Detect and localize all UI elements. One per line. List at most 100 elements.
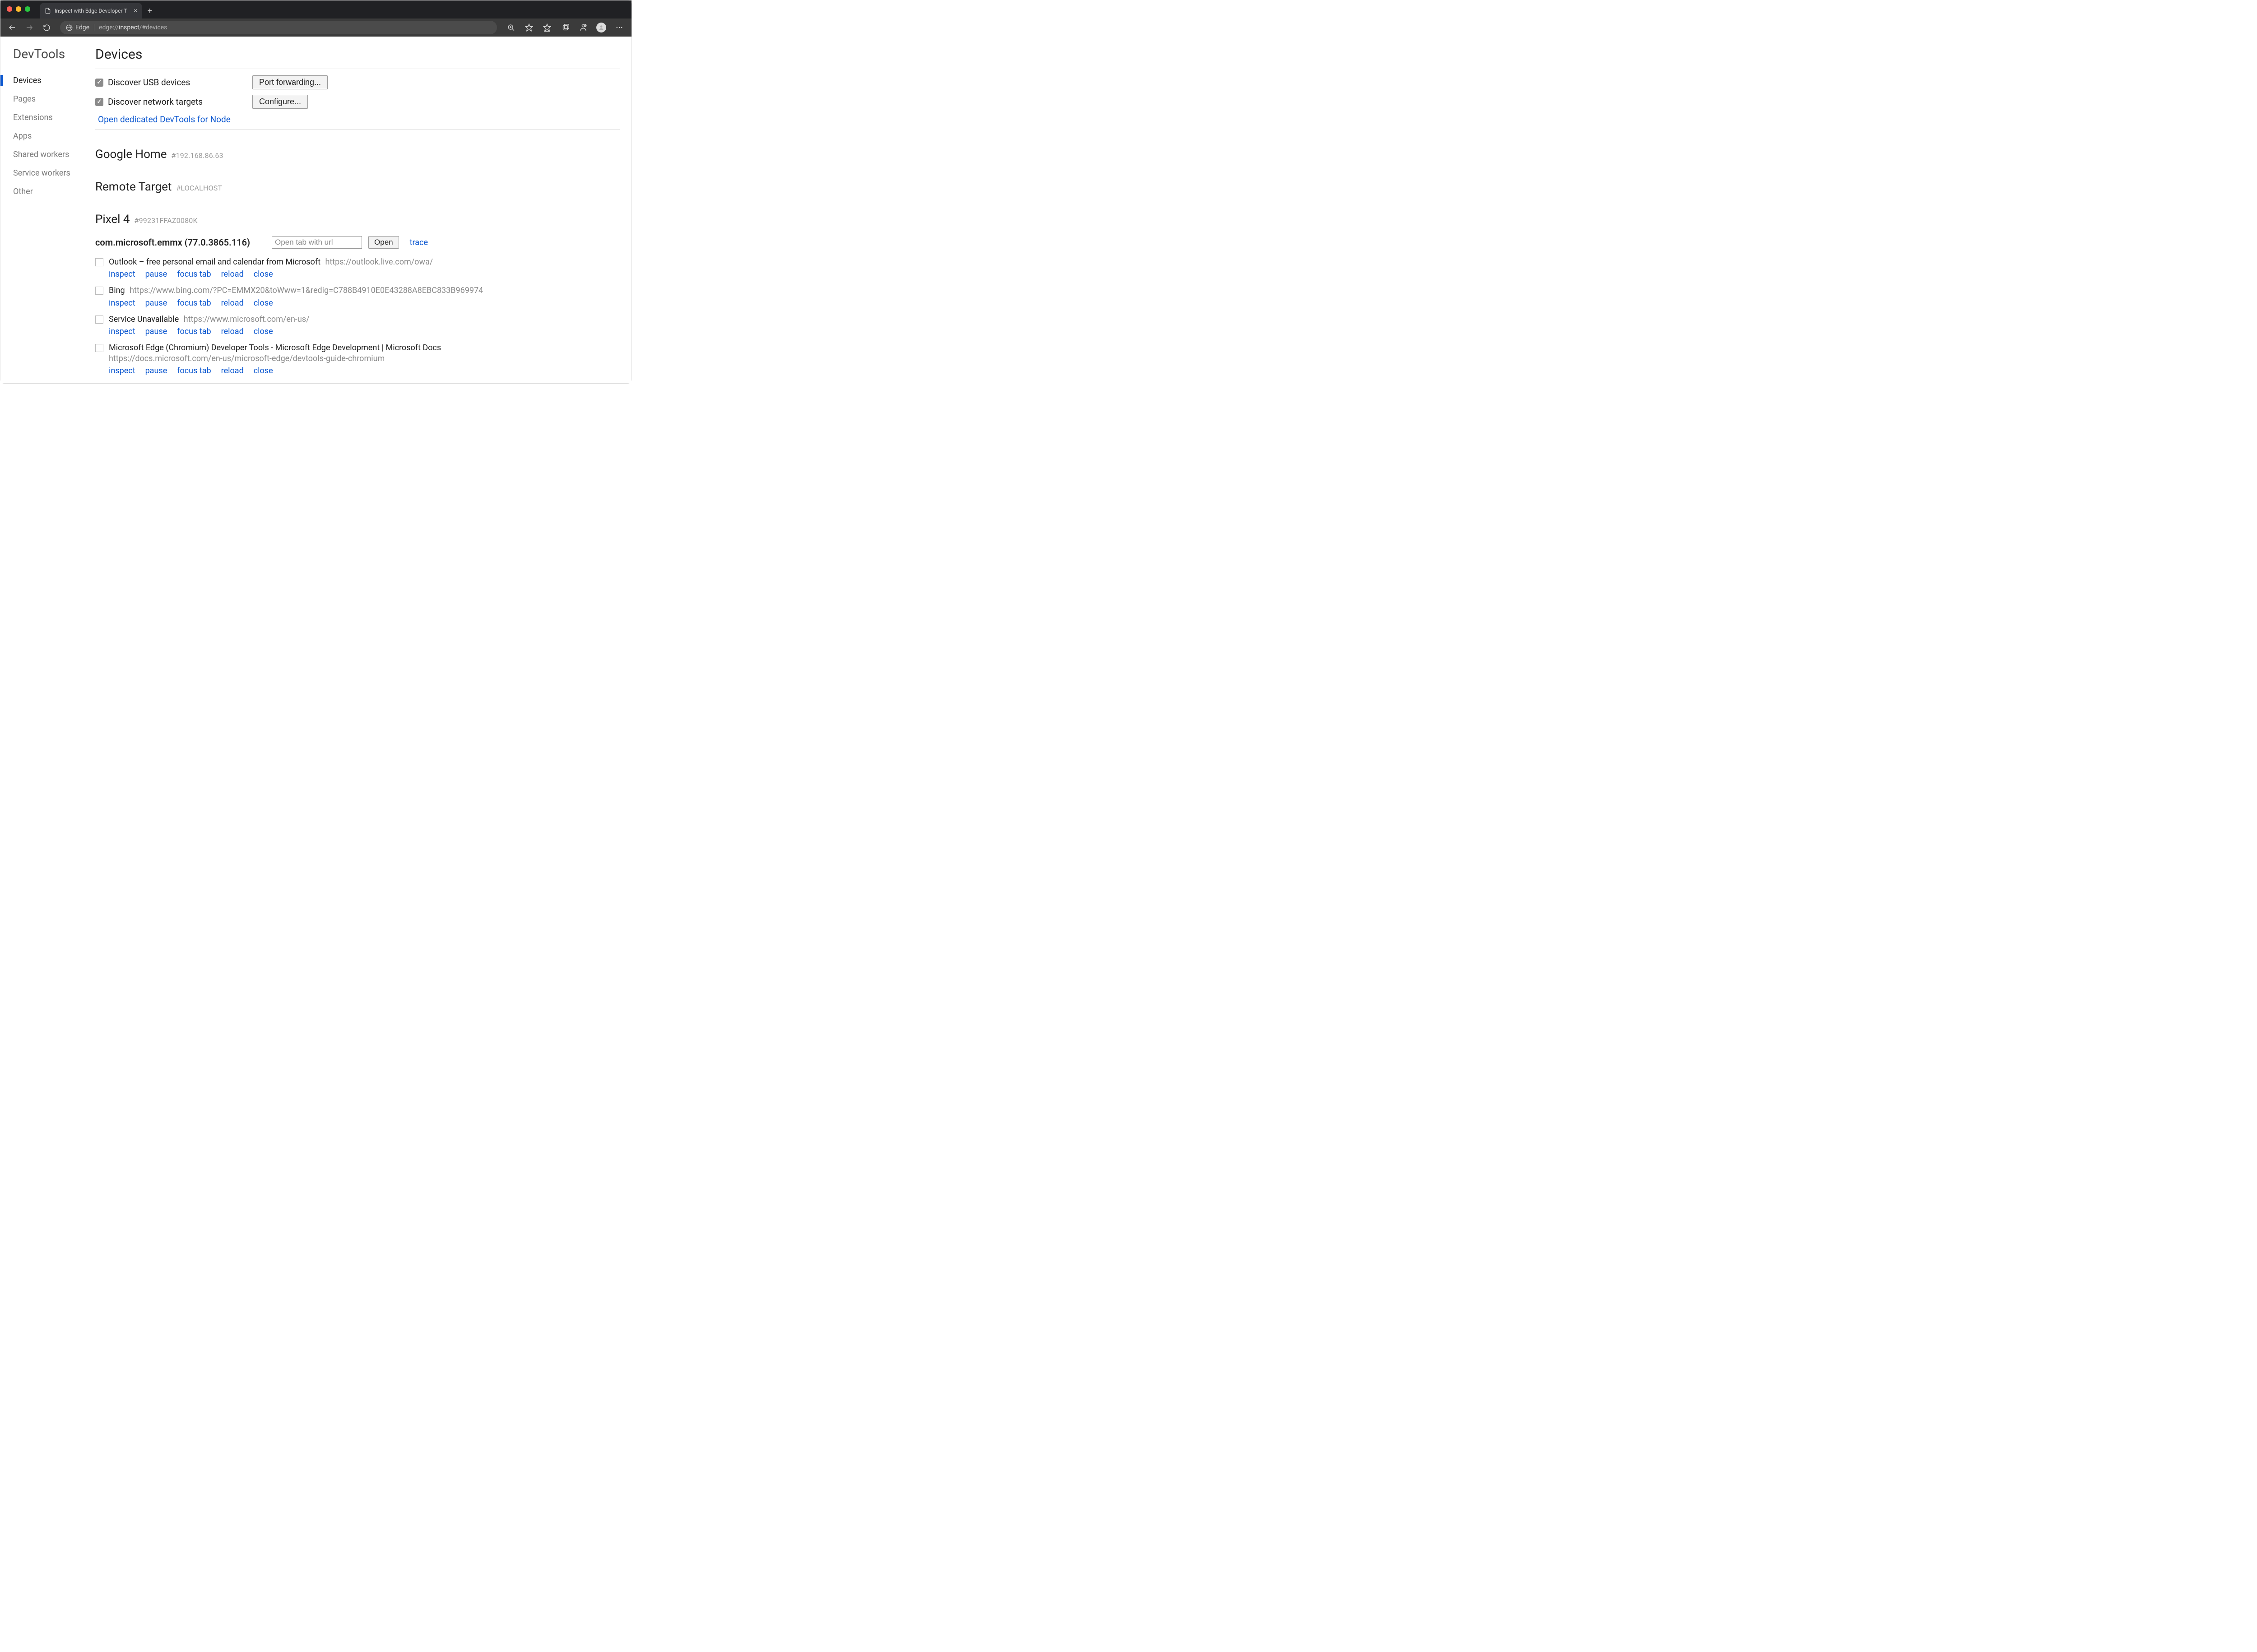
focus-tab-link[interactable]: focus tab (177, 298, 211, 308)
target-actions: inspect pause focus tab reload close (109, 269, 433, 279)
pause-link[interactable]: pause (145, 269, 167, 279)
target-row: Bing https://www.bing.com/?PC=EMMX20&toW… (95, 283, 620, 307)
toolbar-right-icons (503, 20, 627, 35)
page-title: Devices (95, 46, 620, 62)
reload-link[interactable]: reload (221, 366, 244, 376)
focus-tab-link[interactable]: focus tab (177, 269, 211, 279)
target-checkbox[interactable] (95, 258, 103, 266)
discover-usb-label: Discover USB devices (108, 77, 252, 88)
new-tab-button[interactable]: + (144, 3, 156, 19)
main-content: Devices Discover USB devices Port forwar… (91, 37, 632, 383)
sidebar-item-pages[interactable]: Pages (0, 90, 91, 108)
open-button[interactable]: Open (368, 236, 399, 249)
minimize-window-icon[interactable] (16, 6, 21, 12)
sidebar-item-shared-workers[interactable]: Shared workers (0, 145, 91, 164)
divider (95, 129, 620, 130)
reload-link[interactable]: reload (221, 327, 244, 336)
browser-tab[interactable]: Inspect with Edge Developer T × (40, 3, 142, 19)
close-link[interactable]: close (254, 366, 273, 376)
section-google-home: Google Home (95, 148, 167, 161)
target-url: https://www.microsoft.com/en-us/ (184, 315, 310, 324)
refresh-button[interactable] (39, 20, 54, 35)
reload-link[interactable]: reload (221, 269, 244, 279)
more-icon[interactable] (612, 20, 627, 35)
target-row: Outlook – free personal email and calend… (95, 254, 620, 279)
discover-usb-checkbox[interactable] (95, 79, 103, 87)
close-link[interactable]: close (254, 327, 273, 336)
inspect-link[interactable]: inspect (109, 366, 135, 376)
section-remote-target: Remote Target (95, 180, 172, 194)
port-forwarding-button[interactable]: Port forwarding... (252, 75, 328, 89)
favorites-bar-icon[interactable] (539, 20, 555, 35)
browser-toolbar: Edge edge://inspect/#devices (0, 19, 632, 37)
page-icon (45, 8, 51, 14)
discover-network-row: Discover network targets Configure... (95, 95, 620, 109)
pause-link[interactable]: pause (145, 366, 167, 376)
target-title: Bing (109, 286, 125, 295)
sidebar: DevTools Devices Pages Extensions Apps S… (0, 37, 91, 383)
target-url: https://outlook.live.com/owa/ (325, 257, 433, 267)
window-controls (0, 0, 37, 18)
target-checkbox[interactable] (95, 344, 103, 352)
zoom-icon[interactable] (503, 20, 519, 35)
titlebar: Inspect with Edge Developer T × + (0, 0, 632, 19)
page-body: DevTools Devices Pages Extensions Apps S… (0, 37, 632, 383)
close-link[interactable]: close (254, 269, 273, 279)
sidebar-item-devices[interactable]: Devices (0, 71, 91, 90)
configure-button[interactable]: Configure... (252, 95, 308, 109)
target-actions: inspect pause focus tab reload close (109, 327, 310, 336)
pause-link[interactable]: pause (145, 327, 167, 336)
section-remote-target-hash: #LOCALHOST (176, 184, 222, 192)
target-checkbox[interactable] (95, 316, 103, 324)
inspect-link[interactable]: inspect (109, 298, 135, 308)
inspect-link[interactable]: inspect (109, 327, 135, 336)
tab-title: Inspect with Edge Developer T (55, 8, 130, 14)
pause-link[interactable]: pause (145, 298, 167, 308)
close-link[interactable]: close (254, 298, 273, 308)
devtools-brand: DevTools (13, 46, 91, 61)
target-actions: inspect pause focus tab reload close (109, 298, 483, 308)
favorite-icon[interactable] (521, 20, 537, 35)
target-checkbox[interactable] (95, 287, 103, 295)
url-text: edge://inspect/#devices (99, 24, 167, 31)
forward-button[interactable] (22, 20, 37, 35)
app-name: com.microsoft.emmx (77.0.3865.116) (95, 237, 250, 248)
section-pixel4: Pixel 4 (95, 213, 130, 226)
trace-link[interactable]: trace (410, 238, 428, 247)
target-list: Outlook – free personal email and calend… (95, 254, 620, 376)
target-url: https://docs.microsoft.com/en-us/microso… (109, 354, 385, 363)
address-bar[interactable]: Edge edge://inspect/#devices (60, 21, 497, 34)
close-tab-icon[interactable]: × (134, 7, 137, 14)
target-actions: inspect pause focus tab reload close (109, 366, 441, 376)
discover-network-checkbox[interactable] (95, 98, 103, 106)
target-title: Service Unavailable (109, 315, 179, 324)
reload-link[interactable]: reload (221, 298, 244, 308)
discover-network-label: Discover network targets (108, 97, 252, 107)
back-button[interactable] (5, 20, 19, 35)
edge-label: Edge (75, 24, 89, 31)
target-title: Microsoft Edge (Chromium) Developer Tool… (109, 343, 441, 353)
target-row: Microsoft Edge (Chromium) Developer Tool… (95, 340, 620, 376)
inspect-link[interactable]: inspect (109, 269, 135, 279)
sidebar-item-apps[interactable]: Apps (0, 127, 91, 145)
section-google-home-hash: #192.168.86.63 (171, 151, 223, 160)
app-line: com.microsoft.emmx (77.0.3865.116) Open … (95, 236, 620, 249)
sidebar-item-extensions[interactable]: Extensions (0, 108, 91, 127)
person-icon[interactable] (576, 20, 591, 35)
edge-icon (65, 24, 73, 31)
discover-usb-row: Discover USB devices Port forwarding... (95, 75, 620, 89)
sidebar-item-other[interactable]: Other (0, 182, 91, 201)
target-url: https://www.bing.com/?PC=EMMX20&toWww=1&… (130, 286, 483, 295)
maximize-window-icon[interactable] (25, 6, 30, 12)
focus-tab-link[interactable]: focus tab (177, 366, 211, 376)
open-tab-input[interactable] (272, 236, 362, 249)
target-title: Outlook – free personal email and calend… (109, 257, 320, 267)
collections-icon[interactable] (557, 20, 573, 35)
sidebar-item-service-workers[interactable]: Service workers (0, 164, 91, 182)
section-pixel4-hash: #99231FFAZ0080K (135, 216, 198, 225)
profile-avatar[interactable] (594, 20, 609, 35)
node-devtools-link[interactable]: Open dedicated DevTools for Node (98, 114, 231, 125)
target-row: Service Unavailable https://www.microsof… (95, 311, 620, 336)
close-window-icon[interactable] (7, 6, 12, 12)
focus-tab-link[interactable]: focus tab (177, 327, 211, 336)
